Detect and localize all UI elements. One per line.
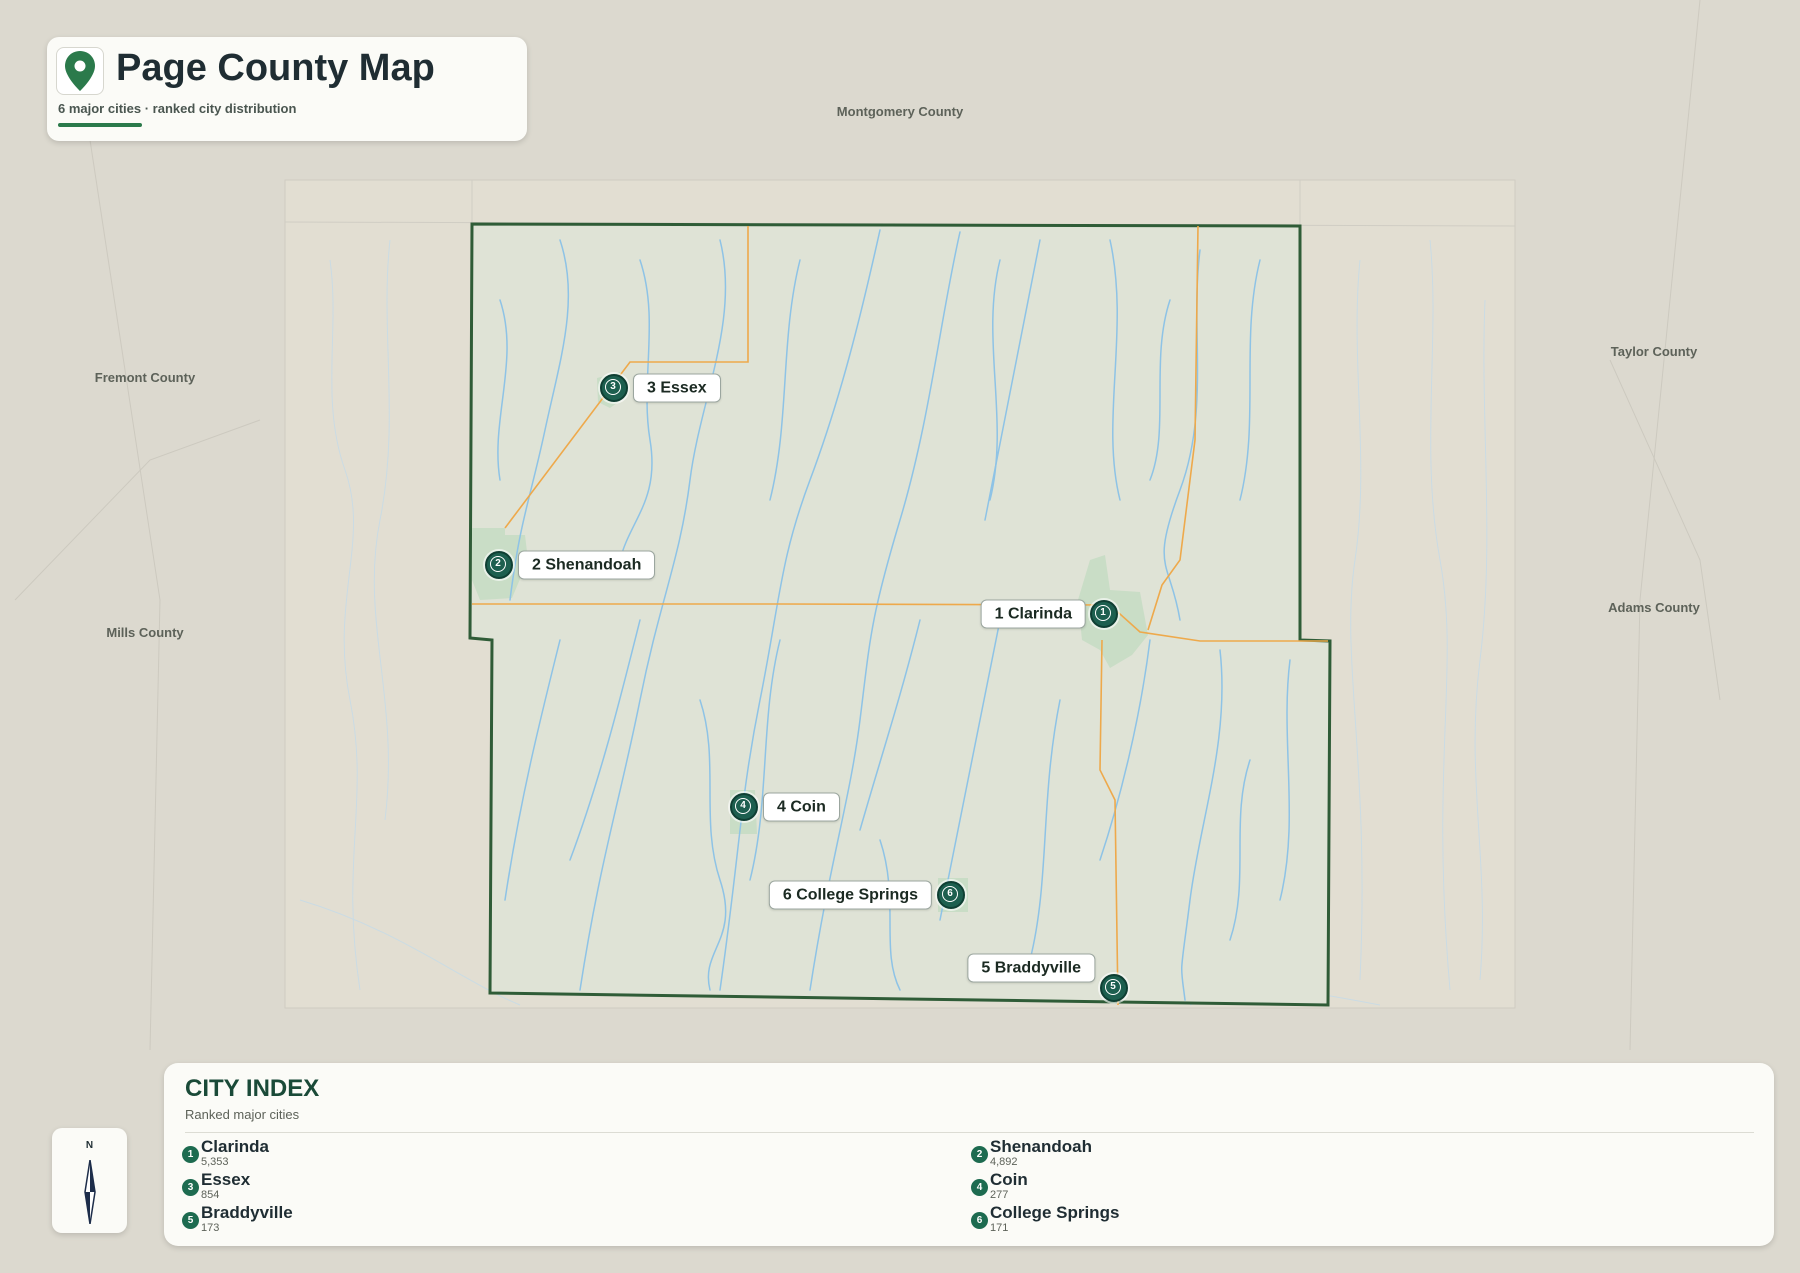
compass: N	[52, 1128, 127, 1233]
neighbor-label-montgomery: Montgomery County	[836, 104, 964, 119]
neighbor-label-taylor: Taylor County	[1610, 344, 1698, 359]
city-marker-braddyville[interactable]: 5	[1100, 974, 1128, 1002]
neighbor-label-fremont: Fremont County	[94, 370, 196, 385]
city-label-coin[interactable]: 4 Coin	[763, 792, 840, 822]
city-label-college-springs[interactable]: 6 College Springs	[768, 880, 932, 910]
title-card: Page County Map 6 major cities · ranked …	[47, 37, 527, 141]
city-name: Essex	[201, 1170, 251, 1189]
page-title: Page County Map	[116, 47, 435, 89]
city-population: 4,892	[990, 1156, 1018, 1168]
compass-north-label: N	[85, 1140, 94, 1151]
rank-badge: 5	[182, 1212, 199, 1229]
rank-badge: 4	[971, 1179, 988, 1196]
city-population: 173	[201, 1222, 220, 1234]
city-index-divider	[185, 1132, 1754, 1133]
city-label-braddyville[interactable]: 5 Braddyville	[967, 953, 1095, 983]
city-name: Clarinda	[201, 1137, 270, 1156]
rank-badge: 6	[971, 1212, 988, 1229]
city-name: Shenandoah	[990, 1137, 1093, 1156]
rank-badge: 2	[971, 1146, 988, 1163]
city-name: College Springs	[990, 1203, 1120, 1222]
rank-badge: 3	[182, 1179, 199, 1196]
city-marker-coin[interactable]: 4	[730, 793, 758, 821]
city-name: Coin	[990, 1170, 1028, 1189]
city-marker-clarinda[interactable]: 1	[1090, 600, 1118, 628]
compass-arrow-icon	[84, 1160, 96, 1224]
rank-badge: 1	[182, 1146, 199, 1163]
city-name: Braddyville	[201, 1203, 293, 1222]
city-population: 171	[990, 1222, 1009, 1234]
city-marker-shenandoah[interactable]: 2	[485, 551, 513, 579]
city-index-title: CITY INDEX	[185, 1075, 320, 1102]
neighbor-label-mills: Mills County	[106, 625, 184, 640]
city-marker-essex[interactable]: 3	[600, 374, 628, 402]
page-subtitle: 6 major cities · ranked city distributio…	[58, 101, 297, 116]
city-label-essex[interactable]: 3 Essex	[633, 373, 721, 403]
city-label-clarinda[interactable]: 1 Clarinda	[980, 599, 1086, 629]
city-marker-college-springs[interactable]: 6	[937, 881, 965, 909]
city-index-panel: CITY INDEX Ranked major cities 1 Clarind…	[164, 1063, 1774, 1246]
city-population: 854	[201, 1189, 220, 1201]
title-underline	[58, 123, 142, 127]
city-label-shenandoah[interactable]: 2 Shenandoah	[518, 550, 656, 580]
map-pin-icon	[56, 47, 104, 95]
city-index-subtitle: Ranked major cities	[185, 1107, 300, 1122]
city-population: 277	[990, 1189, 1009, 1201]
neighbor-label-adams: Adams County	[1608, 600, 1700, 615]
city-population: 5,353	[201, 1156, 229, 1168]
